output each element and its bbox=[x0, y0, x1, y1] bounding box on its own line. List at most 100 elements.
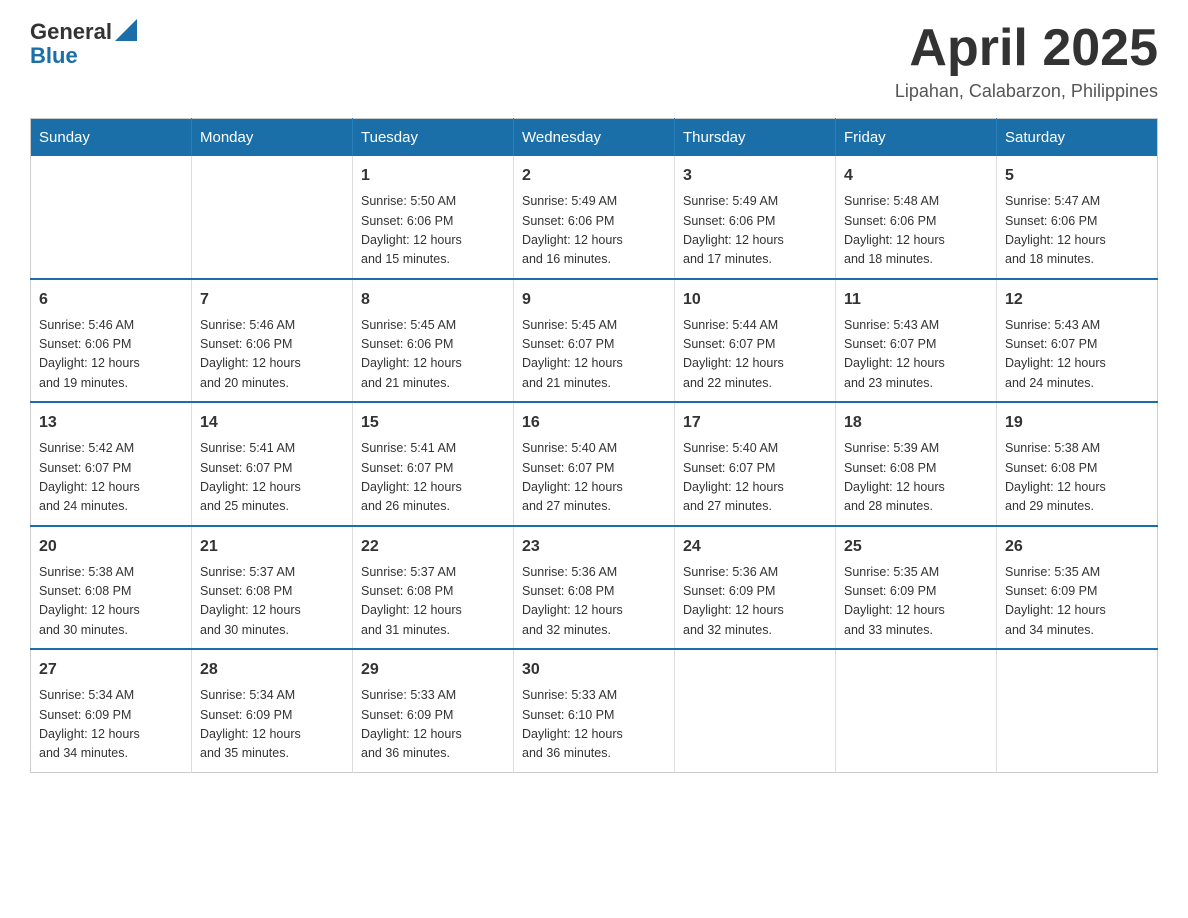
day-number: 27 bbox=[39, 658, 183, 682]
calendar-cell: 10 Sunrise: 5:44 AM Sunset: 6:07 PM Dayli… bbox=[675, 279, 836, 403]
logo-blue-text: Blue bbox=[30, 43, 78, 68]
day-number: 6 bbox=[39, 288, 183, 312]
calendar-cell: 16 Sunrise: 5:40 AM Sunset: 6:07 PM Dayli… bbox=[514, 402, 675, 526]
calendar-cell: 3 Sunrise: 5:49 AM Sunset: 6:06 PM Daylig… bbox=[675, 156, 836, 279]
calendar-cell: 23 Sunrise: 5:36 AM Sunset: 6:08 PM Dayli… bbox=[514, 526, 675, 650]
day-of-week-header: Saturday bbox=[997, 119, 1158, 157]
day-info: Sunrise: 5:41 AM Sunset: 6:07 PM Dayligh… bbox=[200, 439, 344, 517]
calendar-cell: 29 Sunrise: 5:33 AM Sunset: 6:09 PM Dayli… bbox=[353, 649, 514, 772]
day-info: Sunrise: 5:38 AM Sunset: 6:08 PM Dayligh… bbox=[39, 563, 183, 641]
day-info: Sunrise: 5:36 AM Sunset: 6:09 PM Dayligh… bbox=[683, 563, 827, 641]
day-number: 19 bbox=[1005, 411, 1149, 435]
logo-general-text: General bbox=[30, 20, 112, 44]
day-number: 1 bbox=[361, 164, 505, 188]
calendar-week-row: 13Sunrise: 5:42 AM Sunset: 6:07 PM Dayli… bbox=[31, 402, 1158, 526]
calendar-cell: 2Sunrise: 5:49 AM Sunset: 6:06 PM Daylig… bbox=[514, 156, 675, 279]
day-info: Sunrise: 5:49 AM Sunset: 6:06 PM Dayligh… bbox=[522, 192, 666, 270]
day-number: 10 bbox=[683, 288, 827, 312]
calendar-cell: 14Sunrise: 5:41 AM Sunset: 6:07 PM Dayli… bbox=[192, 402, 353, 526]
day-number: 23 bbox=[522, 535, 666, 559]
calendar-cell: 6 Sunrise: 5:46 AM Sunset: 6:06 PM Daylig… bbox=[31, 279, 192, 403]
calendar-cell: 8Sunrise: 5:45 AM Sunset: 6:06 PM Daylig… bbox=[353, 279, 514, 403]
day-number: 3 bbox=[683, 164, 827, 188]
calendar-week-row: 1 Sunrise: 5:50 AM Sunset: 6:06 PM Daylig… bbox=[31, 156, 1158, 279]
day-info: Sunrise: 5:37 AM Sunset: 6:08 PM Dayligh… bbox=[200, 563, 344, 641]
day-number: 25 bbox=[844, 535, 988, 559]
day-info: Sunrise: 5:40 AM Sunset: 6:07 PM Dayligh… bbox=[522, 439, 666, 517]
calendar-week-row: 6 Sunrise: 5:46 AM Sunset: 6:06 PM Daylig… bbox=[31, 279, 1158, 403]
day-info: Sunrise: 5:34 AM Sunset: 6:09 PM Dayligh… bbox=[200, 686, 344, 764]
day-info: Sunrise: 5:50 AM Sunset: 6:06 PM Dayligh… bbox=[361, 192, 505, 270]
day-info: Sunrise: 5:33 AM Sunset: 6:10 PM Dayligh… bbox=[522, 686, 666, 764]
calendar-cell: 15 Sunrise: 5:41 AM Sunset: 6:07 PM Dayli… bbox=[353, 402, 514, 526]
day-number: 5 bbox=[1005, 164, 1149, 188]
logo-triangle-icon bbox=[115, 19, 137, 41]
calendar-cell: 5 Sunrise: 5:47 AM Sunset: 6:06 PM Daylig… bbox=[997, 156, 1158, 279]
calendar-cell bbox=[675, 649, 836, 772]
day-info: Sunrise: 5:46 AM Sunset: 6:06 PM Dayligh… bbox=[200, 316, 344, 394]
calendar-header-row: SundayMondayTuesdayWednesdayThursdayFrid… bbox=[31, 119, 1158, 157]
day-info: Sunrise: 5:44 AM Sunset: 6:07 PM Dayligh… bbox=[683, 316, 827, 394]
day-of-week-header: Tuesday bbox=[353, 119, 514, 157]
day-number: 7 bbox=[200, 288, 344, 312]
day-number: 17 bbox=[683, 411, 827, 435]
calendar-cell: 24 Sunrise: 5:36 AM Sunset: 6:09 PM Dayli… bbox=[675, 526, 836, 650]
calendar-week-row: 20 Sunrise: 5:38 AM Sunset: 6:08 PM Dayli… bbox=[31, 526, 1158, 650]
day-of-week-header: Sunday bbox=[31, 119, 192, 157]
day-number: 22 bbox=[361, 535, 505, 559]
day-info: Sunrise: 5:45 AM Sunset: 6:07 PM Dayligh… bbox=[522, 316, 666, 394]
day-number: 8 bbox=[361, 288, 505, 312]
page-header: General Blue April 2025 Lipahan, Calabar… bbox=[30, 20, 1158, 102]
calendar-cell: 20 Sunrise: 5:38 AM Sunset: 6:08 PM Dayli… bbox=[31, 526, 192, 650]
calendar-cell: 7 Sunrise: 5:46 AM Sunset: 6:06 PM Daylig… bbox=[192, 279, 353, 403]
calendar-cell: 13Sunrise: 5:42 AM Sunset: 6:07 PM Dayli… bbox=[31, 402, 192, 526]
day-number: 4 bbox=[844, 164, 988, 188]
calendar-cell: 25 Sunrise: 5:35 AM Sunset: 6:09 PM Dayli… bbox=[836, 526, 997, 650]
day-number: 12 bbox=[1005, 288, 1149, 312]
day-number: 29 bbox=[361, 658, 505, 682]
day-number: 21 bbox=[200, 535, 344, 559]
day-number: 13 bbox=[39, 411, 183, 435]
calendar-cell: 28 Sunrise: 5:34 AM Sunset: 6:09 PM Dayli… bbox=[192, 649, 353, 772]
day-info: Sunrise: 5:48 AM Sunset: 6:06 PM Dayligh… bbox=[844, 192, 988, 270]
day-number: 30 bbox=[522, 658, 666, 682]
day-info: Sunrise: 5:41 AM Sunset: 6:07 PM Dayligh… bbox=[361, 439, 505, 517]
calendar-cell: 17 Sunrise: 5:40 AM Sunset: 6:07 PM Dayli… bbox=[675, 402, 836, 526]
day-number: 16 bbox=[522, 411, 666, 435]
title-block: April 2025 Lipahan, Calabarzon, Philippi… bbox=[895, 20, 1158, 102]
calendar-cell: 30 Sunrise: 5:33 AM Sunset: 6:10 PM Dayli… bbox=[514, 649, 675, 772]
calendar-cell: 27 Sunrise: 5:34 AM Sunset: 6:09 PM Dayli… bbox=[31, 649, 192, 772]
calendar-cell: 4 Sunrise: 5:48 AM Sunset: 6:06 PM Daylig… bbox=[836, 156, 997, 279]
calendar-cell: 1 Sunrise: 5:50 AM Sunset: 6:06 PM Daylig… bbox=[353, 156, 514, 279]
calendar-cell: 22Sunrise: 5:37 AM Sunset: 6:08 PM Dayli… bbox=[353, 526, 514, 650]
day-number: 28 bbox=[200, 658, 344, 682]
day-info: Sunrise: 5:34 AM Sunset: 6:09 PM Dayligh… bbox=[39, 686, 183, 764]
calendar-cell bbox=[836, 649, 997, 772]
calendar-cell: 12 Sunrise: 5:43 AM Sunset: 6:07 PM Dayli… bbox=[997, 279, 1158, 403]
day-number: 15 bbox=[361, 411, 505, 435]
day-info: Sunrise: 5:40 AM Sunset: 6:07 PM Dayligh… bbox=[683, 439, 827, 517]
day-info: Sunrise: 5:43 AM Sunset: 6:07 PM Dayligh… bbox=[844, 316, 988, 394]
day-number: 24 bbox=[683, 535, 827, 559]
location: Lipahan, Calabarzon, Philippines bbox=[895, 81, 1158, 102]
day-number: 9 bbox=[522, 288, 666, 312]
calendar-cell: 18 Sunrise: 5:39 AM Sunset: 6:08 PM Dayli… bbox=[836, 402, 997, 526]
calendar-cell: 9 Sunrise: 5:45 AM Sunset: 6:07 PM Daylig… bbox=[514, 279, 675, 403]
day-number: 18 bbox=[844, 411, 988, 435]
day-of-week-header: Friday bbox=[836, 119, 997, 157]
day-number: 11 bbox=[844, 288, 988, 312]
calendar-table: SundayMondayTuesdayWednesdayThursdayFrid… bbox=[30, 118, 1158, 773]
calendar-week-row: 27 Sunrise: 5:34 AM Sunset: 6:09 PM Dayli… bbox=[31, 649, 1158, 772]
calendar-cell bbox=[997, 649, 1158, 772]
day-info: Sunrise: 5:49 AM Sunset: 6:06 PM Dayligh… bbox=[683, 192, 827, 270]
day-of-week-header: Thursday bbox=[675, 119, 836, 157]
day-number: 20 bbox=[39, 535, 183, 559]
day-info: Sunrise: 5:46 AM Sunset: 6:06 PM Dayligh… bbox=[39, 316, 183, 394]
day-info: Sunrise: 5:33 AM Sunset: 6:09 PM Dayligh… bbox=[361, 686, 505, 764]
day-info: Sunrise: 5:36 AM Sunset: 6:08 PM Dayligh… bbox=[522, 563, 666, 641]
day-info: Sunrise: 5:43 AM Sunset: 6:07 PM Dayligh… bbox=[1005, 316, 1149, 394]
day-info: Sunrise: 5:35 AM Sunset: 6:09 PM Dayligh… bbox=[844, 563, 988, 641]
day-info: Sunrise: 5:47 AM Sunset: 6:06 PM Dayligh… bbox=[1005, 192, 1149, 270]
day-of-week-header: Monday bbox=[192, 119, 353, 157]
day-info: Sunrise: 5:39 AM Sunset: 6:08 PM Dayligh… bbox=[844, 439, 988, 517]
